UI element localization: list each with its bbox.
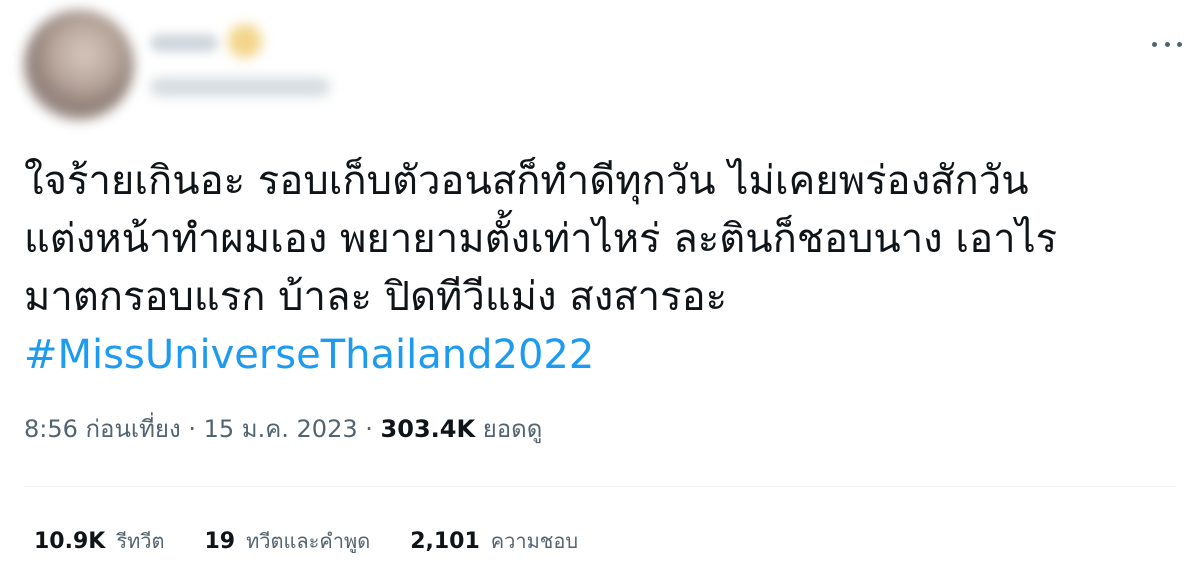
tweet-metadata: 8:56 ก่อนเที่ยง · 15 ม.ค. 2023 · 303.4K … (24, 414, 542, 444)
quotes-label: ทวีตและคำพูด (246, 529, 371, 553)
tweet-text-line: แต่งหน้าทำผมเอง พยายามตั้งเท่าไหร่ ละติน… (24, 216, 1058, 262)
views-count: 303.4K (380, 415, 476, 443)
tweet-text: ใจร้ายเกินอะ รอบเก็บตัวอนสก็ทำดีทุกวัน ไ… (24, 152, 1184, 384)
tweet-card: ใจร้ายเกินอะ รอบเก็บตัวอนสก็ทำดีทุกวัน ไ… (0, 0, 1200, 582)
handle-blurred[interactable] (150, 78, 330, 96)
likes-stat[interactable]: 2,101 ความชอบ (410, 526, 578, 557)
retweets-label: รีทวีต (116, 529, 165, 553)
more-options-button[interactable] (1152, 34, 1182, 54)
divider (24, 486, 1176, 487)
quotes-count: 19 (204, 529, 236, 554)
avatar[interactable] (24, 10, 134, 120)
meta-separator: · (365, 415, 373, 443)
meta-separator: · (188, 415, 196, 443)
verified-badge-icon (228, 24, 262, 58)
tweet-stats: 10.9K รีทวีต 19 ทวีตและคำพูด 2,101 ความช… (34, 526, 578, 557)
hashtag-link[interactable]: #MissUniverseThailand2022 (24, 326, 1184, 384)
tweet-time[interactable]: 8:56 ก่อนเที่ยง (24, 415, 181, 443)
retweets-stat[interactable]: 10.9K รีทวีต (34, 526, 164, 557)
retweets-count: 10.9K (34, 529, 106, 554)
views-label: ยอดดู (482, 415, 543, 443)
likes-label: ความชอบ (490, 529, 579, 553)
tweet-date[interactable]: 15 ม.ค. 2023 (204, 415, 358, 443)
display-name-blurred[interactable] (150, 34, 218, 52)
tweet-text-line: ใจร้ายเกินอะ รอบเก็บตัวอนสก็ทำดีทุกวัน ไ… (24, 158, 1029, 204)
tweet-text-line: มาตกรอบแรก บ้าละ ปิดทีวีแม่ง สงสารอะ (24, 274, 728, 320)
likes-count: 2,101 (410, 529, 480, 554)
quotes-stat[interactable]: 19 ทวีตและคำพูด (204, 526, 370, 557)
more-horizontal-icon (1152, 41, 1157, 47)
